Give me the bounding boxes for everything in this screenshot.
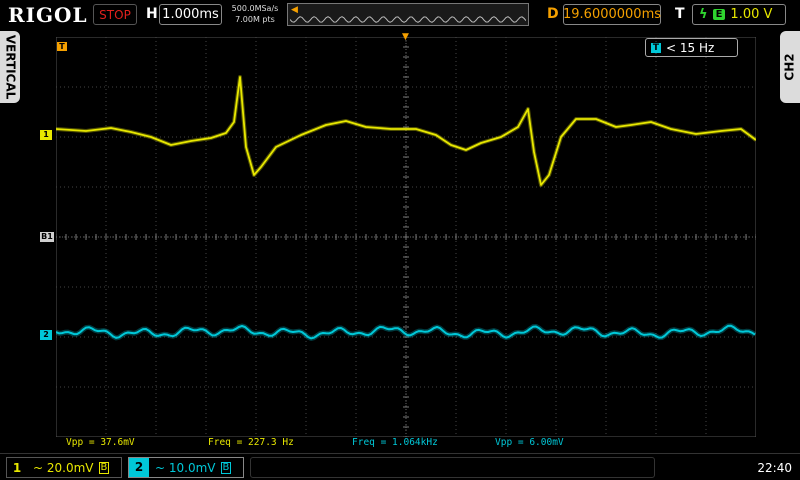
- top-status-bar: RIGOL STOP H 1.000ms 500.0MSa/s 7.00M pt…: [0, 0, 800, 30]
- measurement-bar: Vpp = 37.6mV Freq = 227.3 Hz Freq = 1.06…: [0, 437, 800, 450]
- empty-channel-slots: [250, 457, 655, 478]
- bandwidth-limit-icon: B: [220, 461, 232, 474]
- filter-badge[interactable]: T < 15 Hz: [645, 38, 738, 57]
- memory-trigger-icon: ◀: [291, 5, 298, 15]
- ch2-settings[interactable]: 2 ~ 10.0mV B: [128, 457, 244, 478]
- rising-edge-icon: ϟ: [699, 7, 708, 22]
- ch2-number: 2: [129, 458, 149, 477]
- ch2-scale: ~ 10.0mV: [155, 460, 216, 475]
- memory-waveform: [290, 16, 526, 23]
- ch2-menu-tab[interactable]: CH2: [780, 31, 800, 103]
- ch1-settings[interactable]: 1 ~ 20.0mV B: [6, 457, 122, 478]
- ch1-number: 1: [12, 460, 22, 475]
- trigger-icon: T: [651, 42, 661, 53]
- graticule: [56, 37, 756, 437]
- vertical-menu-tab[interactable]: VERTICAL: [0, 31, 20, 103]
- trigger-level: 1.00 V: [730, 7, 773, 22]
- trigger-level-marker[interactable]: T: [57, 42, 67, 51]
- run-stop-status[interactable]: STOP: [93, 4, 137, 25]
- ch1-offset-marker[interactable]: 1: [40, 130, 52, 140]
- memory-overview[interactable]: ◀: [287, 3, 529, 26]
- filter-label: < 15 Hz: [666, 40, 715, 55]
- bus1-marker[interactable]: B1: [40, 232, 54, 242]
- measurement-ch1-vpp[interactable]: Vpp = 37.6mV: [66, 437, 135, 448]
- measurement-ch2-freq[interactable]: Freq = 1.064kHz: [352, 437, 438, 448]
- clock: 22:40: [757, 461, 792, 475]
- trigger-label: T: [675, 6, 685, 22]
- ch1-scale: ~ 20.0mV: [33, 460, 94, 475]
- vertical-tab-label: VERTICAL: [3, 34, 18, 100]
- ch2-offset-marker[interactable]: 2: [40, 330, 52, 340]
- brand-logo: RIGOL: [8, 3, 88, 27]
- sample-info: 500.0MSa/s 7.00M pts: [228, 3, 282, 25]
- trigger-source: E: [712, 9, 726, 20]
- ch2-tab-label: CH2: [783, 53, 798, 81]
- trigger-settings[interactable]: ϟ E 1.00 V: [692, 4, 786, 25]
- delay-label: D: [547, 6, 559, 22]
- timebase-value[interactable]: 1.000ms: [159, 4, 222, 25]
- measurement-ch2-vpp[interactable]: Vpp = 6.00mV: [495, 437, 564, 448]
- delay-value[interactable]: 19.6000000ms: [563, 4, 661, 25]
- measurement-ch1-freq[interactable]: Freq = 227.3 Hz: [208, 437, 294, 448]
- bottom-channel-bar: 1 ~ 20.0mV B 2 ~ 10.0mV B 22:40: [0, 453, 800, 480]
- sample-rate: 500.0MSa/s: [231, 4, 279, 13]
- bandwidth-limit-icon: B: [98, 461, 110, 474]
- waveform-display[interactable]: [56, 37, 756, 437]
- horizontal-label: H: [146, 6, 158, 22]
- trigger-position-icon[interactable]: ▼: [402, 32, 409, 42]
- memory-depth: 7.00M pts: [235, 15, 275, 24]
